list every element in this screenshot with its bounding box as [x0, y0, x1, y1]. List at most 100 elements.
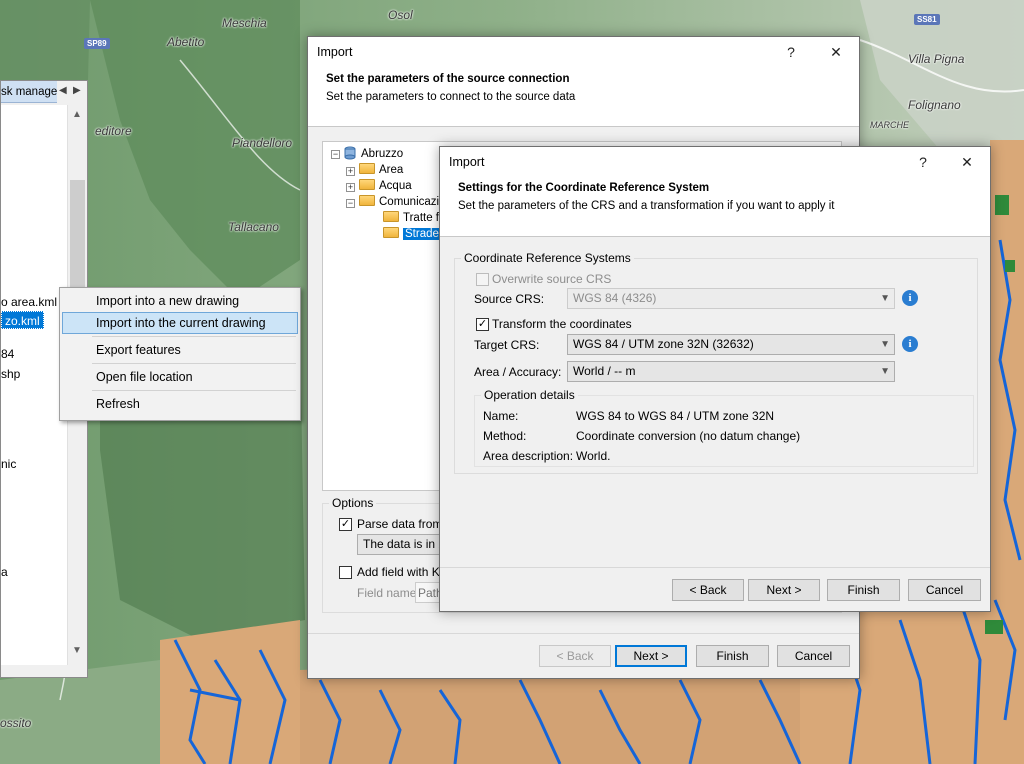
road-shield: SP89: [84, 38, 110, 49]
menu-item-import-current-drawing[interactable]: Import into the current drawing: [62, 312, 298, 334]
back-button[interactable]: < Back: [539, 645, 611, 667]
operation-area-value: World.: [576, 449, 611, 463]
list-item[interactable]: 84: [1, 345, 14, 363]
tree-node-tratte[interactable]: Tratte fe: [383, 210, 445, 226]
chevron-down-icon: ▼: [880, 293, 890, 304]
info-icon[interactable]: i: [902, 336, 918, 352]
target-crs-label: Target CRS:: [474, 338, 540, 352]
list-item[interactable]: shp: [1, 365, 20, 383]
tab-scroll-right-icon[interactable]: ▶: [73, 85, 81, 96]
overwrite-crs-label: Overwrite source CRS: [492, 272, 612, 286]
map-place-label: MARCHE: [870, 120, 910, 130]
menu-item-refresh[interactable]: Refresh: [62, 393, 298, 415]
tree-node-acqua[interactable]: Acqua: [359, 178, 412, 194]
field-name-label: Field name: [357, 586, 417, 600]
task-manager-list: o area.kml zo.kml 84 shp nic a: [1, 105, 67, 665]
source-crs-select[interactable]: WGS 84 (4326) ▼: [567, 288, 895, 309]
dialog-header: Set the parameters of the source connect…: [308, 67, 859, 127]
tab-scroll-left-icon[interactable]: ◀: [59, 85, 67, 96]
transform-checkbox[interactable]: ✓: [476, 318, 489, 331]
operation-area-label: Area description:: [483, 449, 574, 463]
tree-node-root[interactable]: Abruzzo: [343, 146, 403, 162]
database-icon: [344, 146, 356, 160]
dialog-footer-separator: [440, 567, 990, 568]
accuracy-select[interactable]: World / -- m ▼: [567, 361, 895, 382]
folder-open-icon: [359, 195, 375, 207]
close-icon[interactable]: ✕: [821, 37, 851, 67]
add-field-checkbox[interactable]: [339, 566, 352, 579]
menu-separator: [92, 336, 296, 337]
accuracy-value: World / -- m: [573, 364, 636, 378]
map-place-label: Piandelloro: [232, 136, 293, 150]
operation-name-label: Name:: [483, 409, 519, 423]
list-item[interactable]: o area.kml: [1, 293, 57, 311]
help-button[interactable]: ?: [908, 147, 938, 177]
folder-icon: [383, 211, 399, 223]
source-crs-value: WGS 84 (4326): [573, 291, 657, 305]
next-button[interactable]: Next >: [615, 645, 687, 667]
header-subtitle: Set the parameters of the CRS and a tran…: [458, 200, 835, 212]
tree-node-strade[interactable]: Strade: [383, 226, 441, 242]
add-field-label: Add field with KM: [357, 565, 450, 579]
road-shield: SS81: [914, 14, 940, 25]
map-place-label: Villa Pigna: [908, 52, 965, 66]
operation-method-value: Coordinate conversion (no datum change): [576, 429, 801, 443]
overwrite-crs-checkbox[interactable]: [476, 273, 489, 286]
back-button[interactable]: < Back: [672, 579, 744, 601]
expand-icon[interactable]: +: [346, 183, 355, 192]
next-button[interactable]: Next >: [748, 579, 820, 601]
tree-label-selected: Strade: [403, 228, 441, 240]
group-title: Options: [329, 496, 377, 510]
scroll-down-icon[interactable]: ▼: [72, 645, 82, 656]
info-icon[interactable]: i: [902, 290, 918, 306]
map-place-label: Tallacano: [228, 220, 279, 234]
map-place-label: ossito: [0, 716, 32, 730]
map-place-label: Osol: [388, 8, 413, 22]
tree-label: Abruzzo: [361, 148, 404, 160]
operation-name-value: WGS 84 to WGS 84 / UTM zone 32N: [576, 409, 775, 423]
map-place-label: Meschia: [222, 16, 267, 30]
help-button[interactable]: ?: [776, 37, 806, 67]
header-subtitle: Set the parameters to connect to the sou…: [326, 91, 576, 103]
tree-label: Comunicazi: [379, 196, 440, 208]
folder-icon: [383, 227, 399, 239]
menu-item-export-features[interactable]: Export features: [62, 339, 298, 361]
header-title: Settings for the Coordinate Reference Sy…: [458, 182, 710, 194]
chevron-down-icon: ▼: [880, 366, 890, 377]
task-manager-tab[interactable]: sk manage: [1, 81, 57, 103]
transform-label: Transform the coordinates: [492, 317, 632, 331]
accuracy-label: Area / Accuracy:: [474, 365, 562, 379]
target-crs-value: WGS 84 / UTM zone 32N (32632): [573, 337, 754, 351]
close-icon[interactable]: ✕: [952, 147, 982, 177]
list-item[interactable]: a: [1, 563, 8, 581]
collapse-icon[interactable]: −: [346, 199, 355, 208]
expand-icon[interactable]: +: [346, 167, 355, 176]
tree-node-comunicazioni[interactable]: Comunicazi: [359, 194, 439, 210]
import-dialog-crs: Import ? ✕ Settings for the Coordinate R…: [439, 146, 991, 612]
tree-label: Area: [379, 164, 404, 176]
target-crs-select[interactable]: WGS 84 / UTM zone 32N (32632) ▼: [567, 334, 895, 355]
list-item-selected[interactable]: zo.kml: [1, 311, 44, 329]
map-place-label: Abetito: [167, 35, 205, 49]
scroll-up-icon[interactable]: ▲: [72, 109, 82, 120]
operation-method-label: Method:: [483, 429, 527, 443]
chevron-down-icon: ▼: [880, 339, 890, 350]
finish-button[interactable]: Finish: [696, 645, 769, 667]
scrollbar-thumb[interactable]: [70, 180, 85, 290]
menu-item-import-new-drawing[interactable]: Import into a new drawing: [62, 290, 298, 312]
folder-icon: [359, 163, 375, 175]
tree-node-area[interactable]: Area: [359, 162, 403, 178]
map-place-label: Folignano: [908, 98, 961, 112]
cancel-button[interactable]: Cancel: [908, 579, 981, 601]
parse-checkbox[interactable]: ✓: [339, 518, 352, 531]
cancel-button[interactable]: Cancel: [777, 645, 850, 667]
source-crs-label: Source CRS:: [474, 292, 545, 306]
group-title: Coordinate Reference Systems: [461, 251, 634, 265]
menu-item-open-file-location[interactable]: Open file location: [62, 366, 298, 388]
group-title: Operation details: [481, 388, 578, 402]
header-title: Set the parameters of the source connect…: [326, 73, 570, 85]
map-place-label: editore: [95, 124, 132, 138]
finish-button[interactable]: Finish: [827, 579, 900, 601]
collapse-icon[interactable]: −: [331, 150, 340, 159]
list-item[interactable]: nic: [1, 455, 16, 473]
